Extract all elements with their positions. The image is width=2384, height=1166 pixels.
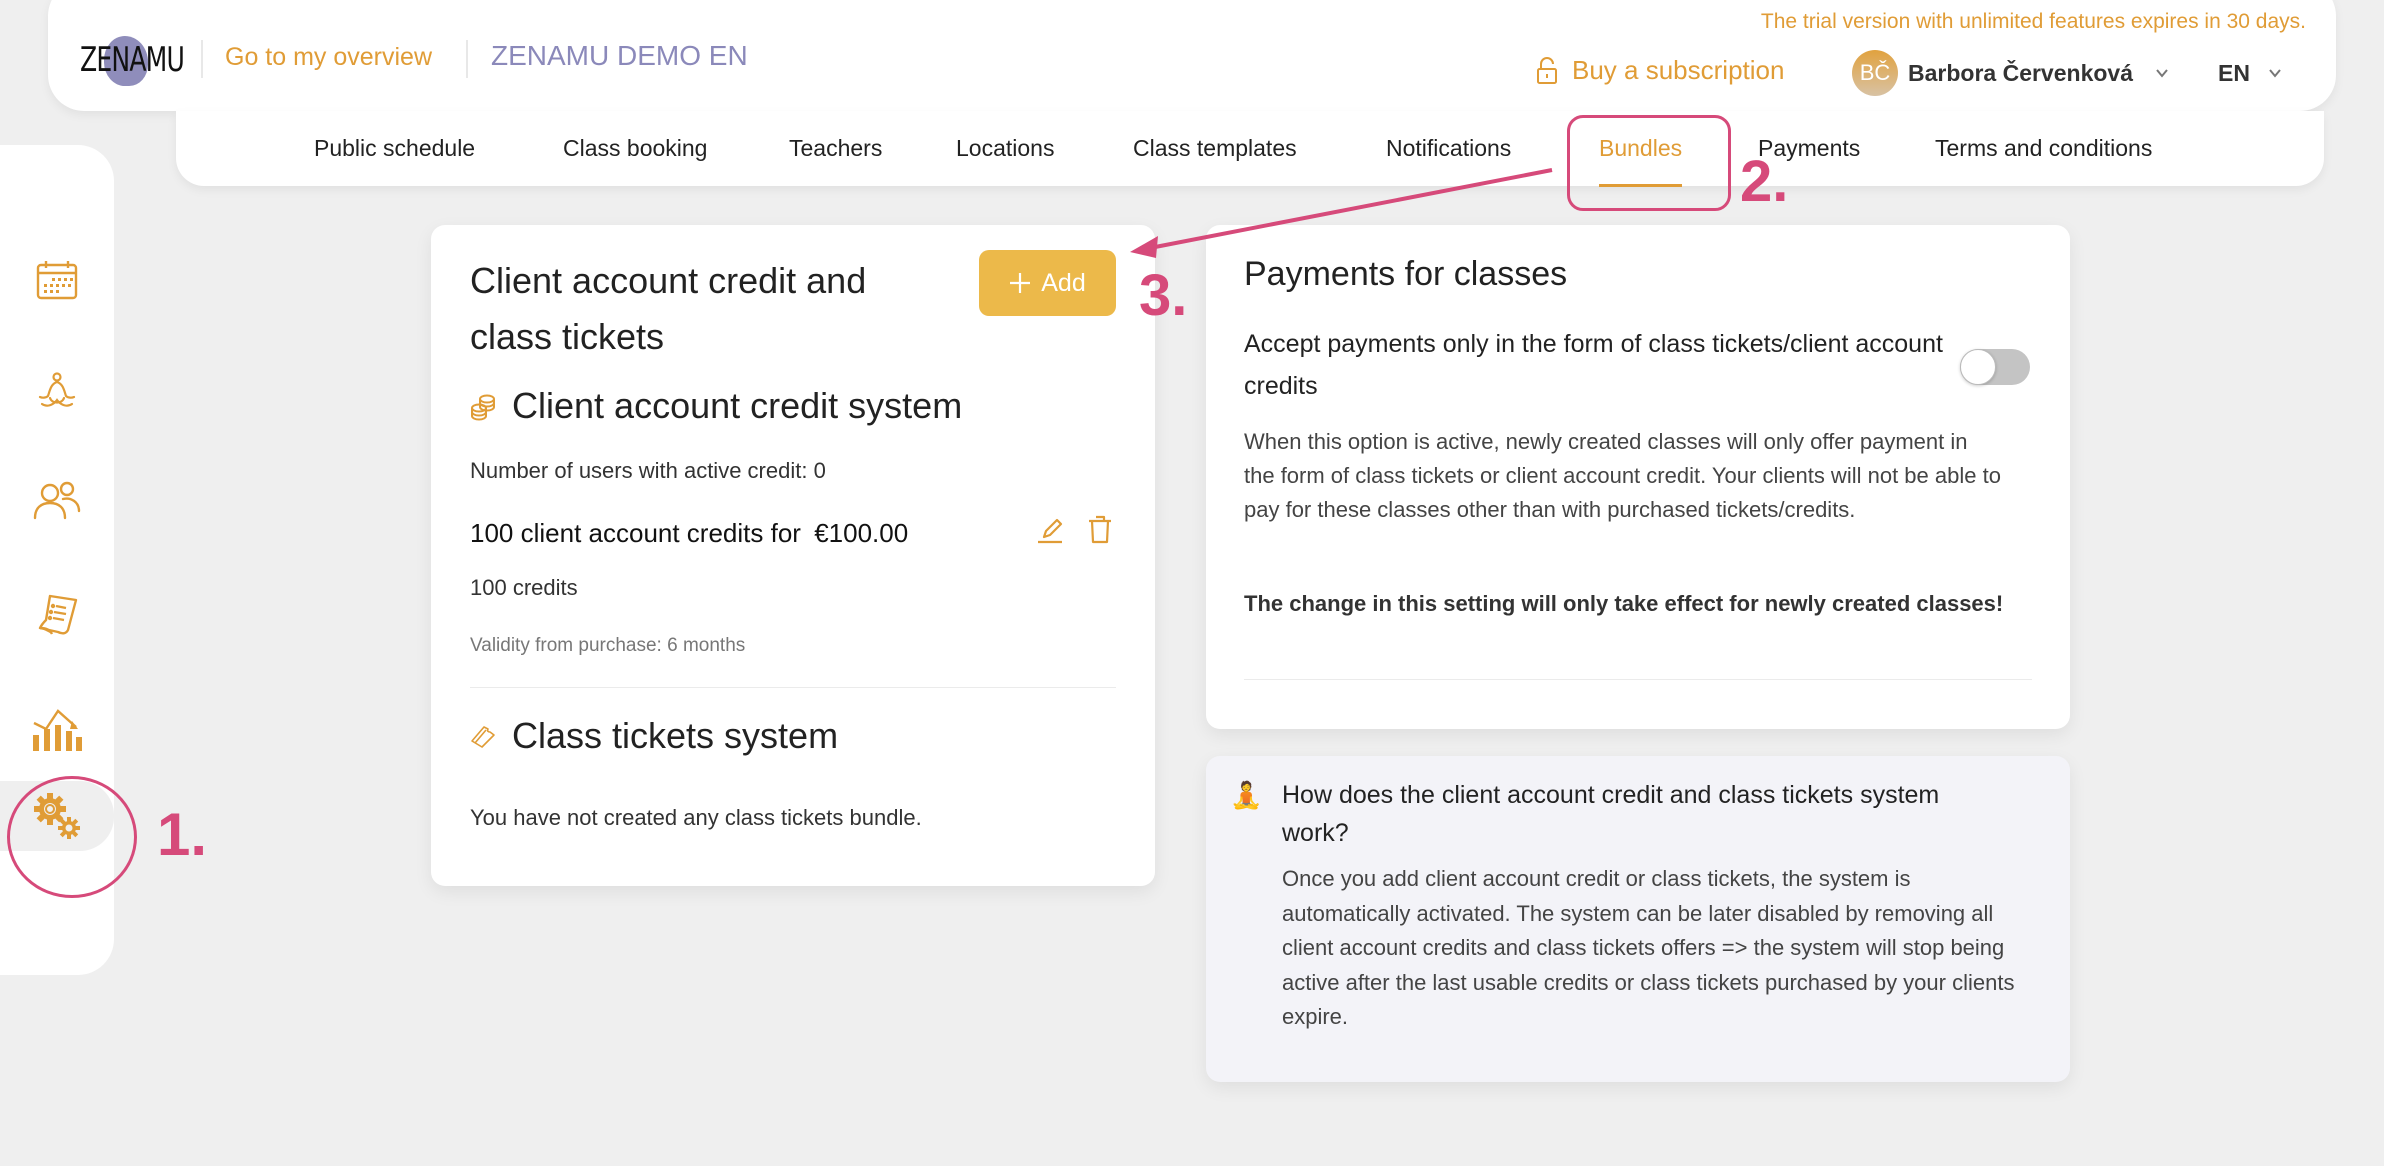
receipt-icon [36, 594, 78, 636]
payments-card: Payments for classes Accept payments onl… [1206, 225, 2070, 729]
logo-text: ZENAMU [80, 40, 185, 80]
sidebar-item-schedule[interactable] [0, 245, 114, 315]
credit-offer-validity: Validity from purchase: 6 months [470, 635, 746, 656]
sidebar-item-clients[interactable] [0, 465, 114, 535]
ticket-icon [470, 723, 496, 749]
info-box: 🧘 How does the client account credit and… [1206, 756, 2070, 1082]
annotation-box-bundles [1567, 115, 1731, 211]
zenamu-logo[interactable]: ZENAMU [80, 32, 185, 88]
tickets-section-heading: Class tickets system [470, 715, 838, 757]
tab-class-booking[interactable]: Class booking [563, 135, 707, 162]
buy-subscription-label: Buy a subscription [1572, 55, 1785, 85]
user-name: Barbora Červenková [1908, 59, 2133, 86]
credit-section-heading: Client account credit system [470, 385, 962, 427]
studio-name[interactable]: ZENAMU DEMO EN [491, 40, 748, 72]
info-box-title: How does the client account credit and c… [1282, 781, 1940, 847]
users-icon [33, 480, 81, 520]
tickets-section-title: Class tickets system [512, 715, 839, 756]
section-divider [470, 687, 1116, 688]
active-credit-users: Number of users with active credit: 0 [470, 458, 826, 483]
tab-public-schedule[interactable]: Public schedule [314, 135, 475, 162]
info-box-text: Once you add client account credit or cl… [1282, 866, 2015, 1029]
coins-icon [470, 391, 496, 421]
tab-locations[interactable]: Locations [956, 135, 1054, 162]
add-button-label: Add [1041, 268, 1086, 297]
payments-card-title: Payments for classes [1244, 255, 1568, 293]
credit-offer-title: 100 client account credits for €100.00 [470, 518, 908, 549]
credit-section-title: Client account credit system [512, 385, 963, 426]
credit-offer-amount: 100 credits [470, 575, 578, 600]
add-bundle-button[interactable]: Add [979, 250, 1116, 316]
bundles-card: Client account credit and class tickets … [431, 225, 1155, 886]
chevron-down-icon [2155, 66, 2169, 80]
tab-teachers[interactable]: Teachers [789, 135, 882, 162]
sidebar-item-invoices[interactable] [0, 580, 114, 650]
meditation-icon: 🧘 [1230, 780, 1263, 810]
header-divider [466, 40, 468, 78]
trial-notice: The trial version with unlimited feature… [1760, 10, 2306, 33]
go-to-overview-link[interactable]: Go to my overview [225, 43, 432, 72]
annotation-circle-settings [7, 776, 137, 898]
pencil-icon [1036, 515, 1066, 545]
edit-offer-button[interactable] [1036, 515, 1066, 545]
settings-tabs: Public schedule Class booking Teachers L… [176, 111, 2324, 187]
tab-notifications[interactable]: Notifications [1386, 135, 1511, 162]
tab-terms-and-conditions[interactable]: Terms and conditions [1935, 135, 2152, 162]
calendar-icon [36, 260, 78, 300]
user-menu[interactable]: BČ Barbora Červenková [1852, 50, 2169, 96]
tab-class-templates[interactable]: Class templates [1133, 135, 1297, 162]
credit-offer-label: 100 client account credits for [470, 518, 801, 548]
toggle-knob [1960, 349, 1996, 385]
payments-warning: The change in this setting will only tak… [1244, 591, 2004, 616]
annotation-step-1: 1. [157, 801, 208, 868]
credit-offer-price: €100.00 [814, 518, 909, 548]
language-selector[interactable]: EN [2218, 50, 2282, 96]
plus-icon [1009, 272, 1031, 294]
bundles-card-title: Client account credit and class tickets [470, 260, 867, 357]
chevron-down-icon [2268, 66, 2282, 80]
sidebar-item-classes[interactable] [0, 357, 114, 427]
unlock-icon [1536, 56, 1558, 85]
annotation-step-3: 3. [1139, 263, 1188, 328]
header-divider [201, 40, 203, 78]
payments-toggle-label: Accept payments only in the form of clas… [1244, 330, 1943, 400]
delete-offer-button[interactable] [1087, 515, 1117, 545]
trash-icon [1087, 515, 1117, 545]
section-divider [1244, 679, 2032, 680]
sidebar-item-statistics[interactable] [0, 695, 114, 765]
tickets-empty-message: You have not created any class tickets b… [470, 805, 922, 830]
annotation-step-2: 2. [1740, 149, 1789, 214]
avatar: BČ [1852, 50, 1898, 96]
payments-description: When this option is active, newly create… [1244, 429, 2001, 522]
payments-only-credits-toggle[interactable] [1960, 349, 2030, 385]
top-header: ZENAMU Go to my overview ZENAMU DEMO EN … [48, 0, 2336, 111]
language-label: EN [2218, 59, 2250, 86]
buy-subscription-button[interactable]: Buy a subscription [1536, 55, 1784, 86]
yoga-icon [36, 372, 78, 412]
statistics-icon [32, 709, 82, 751]
